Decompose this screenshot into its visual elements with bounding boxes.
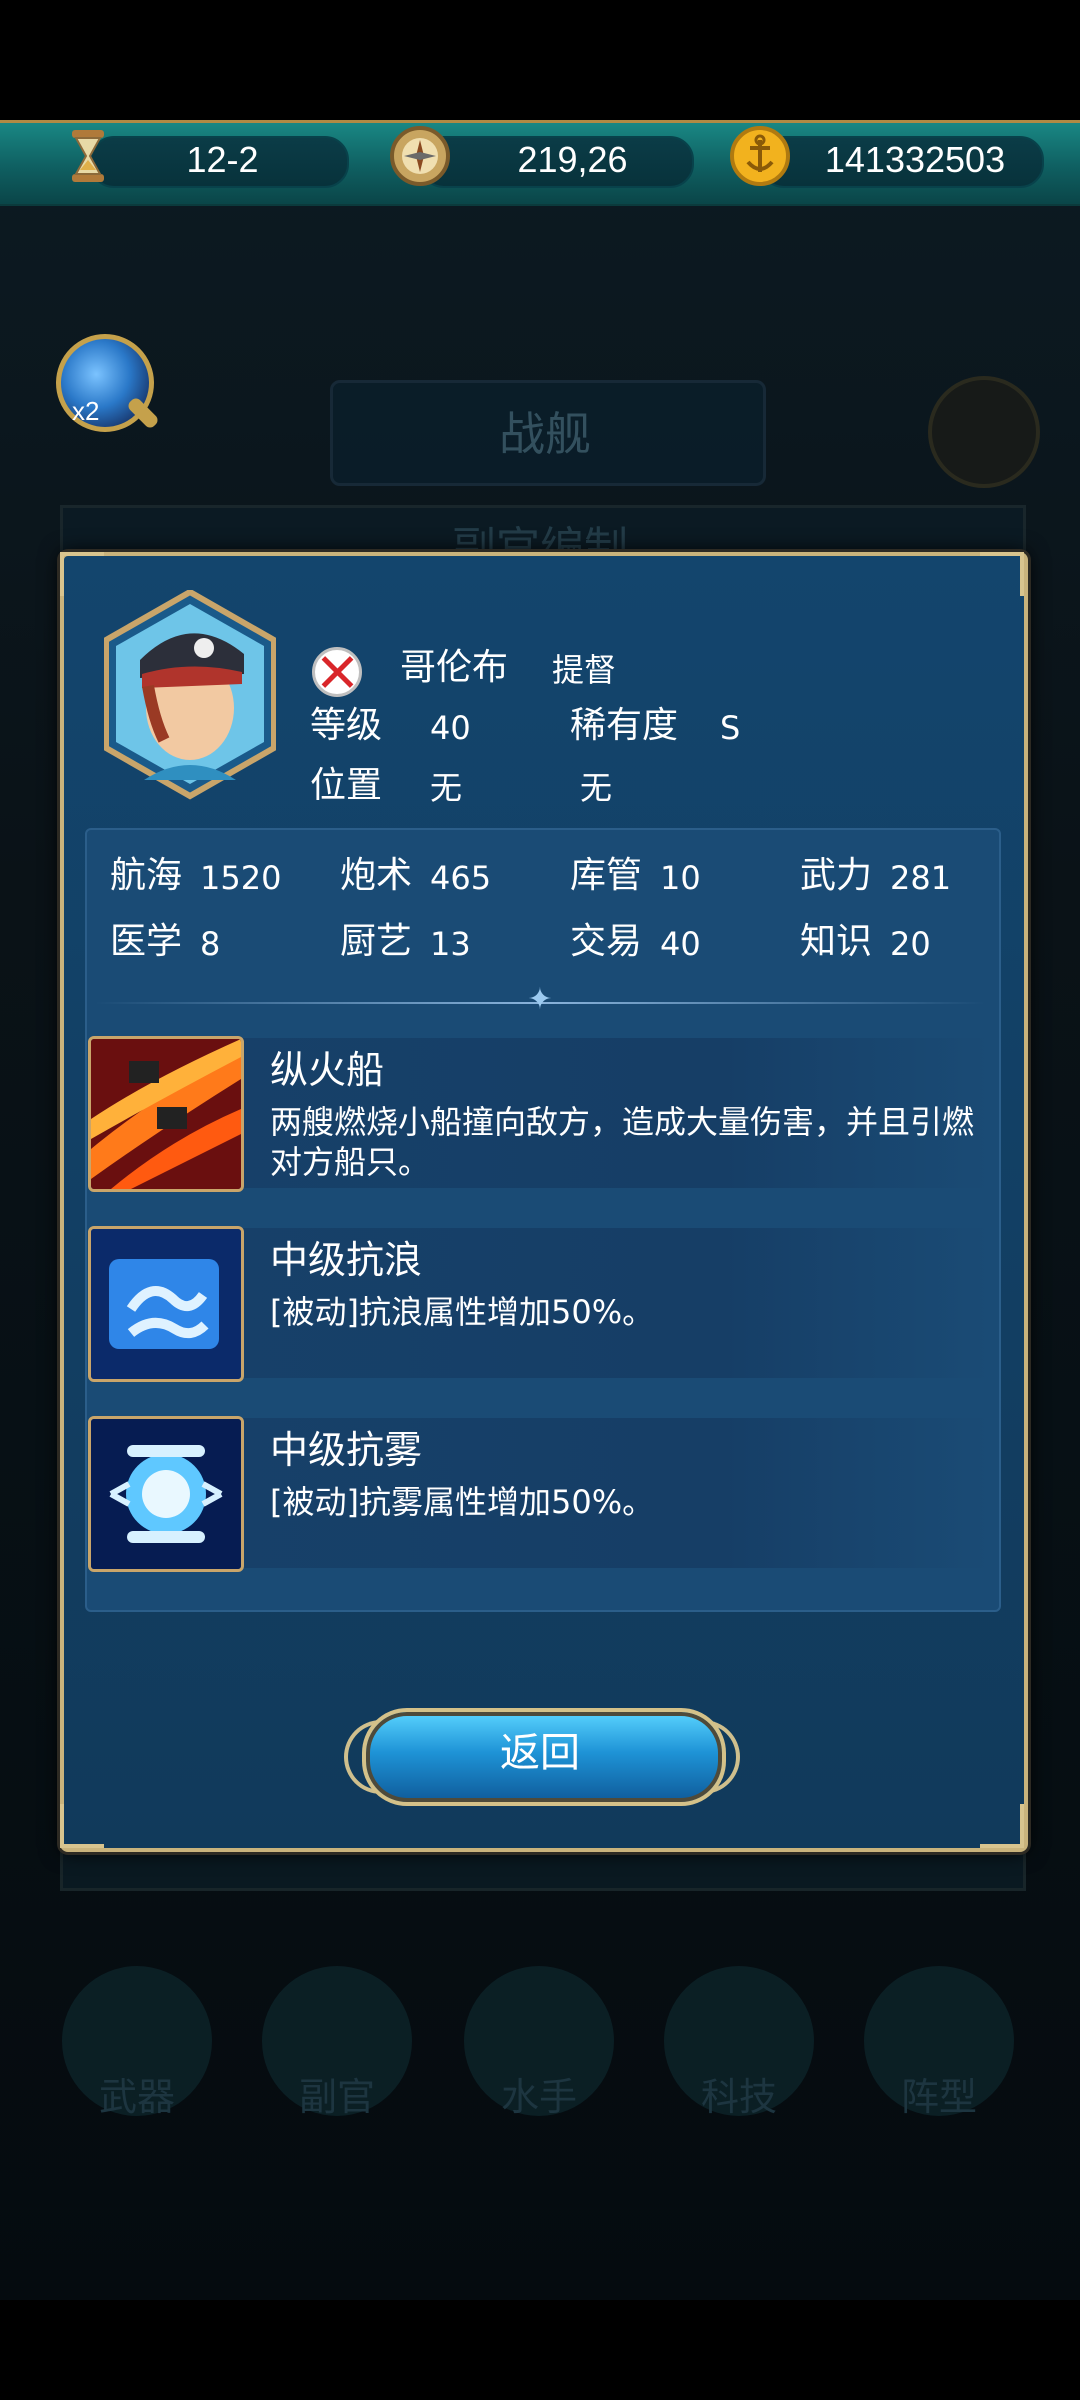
stat-label: 交易 [570,921,643,962]
officer-portrait [103,588,277,800]
level-label: 等级 [310,705,383,746]
stat-label: 厨艺 [340,921,413,962]
stat-value: 10 [660,859,701,897]
stat-label: 武力 [800,855,873,896]
level-value: 40 [430,709,471,747]
background-title: 战舰 [499,407,591,461]
position-value: 无 [430,769,463,807]
rarity-label: 稀有度 [570,705,679,746]
officer-name: 哥伦布 [400,647,509,688]
stat-value: 13 [430,925,471,963]
nav-sailors-label: 水手 [500,2075,577,2119]
skill-name: 纵火船 [270,1048,385,1092]
gold-value: 141332503 [824,139,1006,180]
skill-name: 中级抗雾 [270,1428,423,1472]
stat-label: 航海 [110,855,183,896]
skill-description: [被动]抗雾属性增加50%。 [270,1483,655,1521]
compass-value: 219,26 [517,139,628,180]
fog-resist-icon [88,1416,244,1572]
stat-value: 1520 [200,859,282,897]
return-button-label: 返回 [500,1730,580,1776]
nationality-flag-icon [312,647,362,697]
wave-resist-icon [88,1226,244,1382]
stat-label: 炮术 [340,855,413,896]
magnifier-multiplier: x2 [72,396,100,426]
skill-name: 中级抗浪 [270,1238,423,1282]
hourglass-icon [54,122,122,190]
divider-ornament-icon: ✦ [527,982,553,1017]
position-label: 位置 [310,765,383,806]
skill-description: [被动]抗浪属性增加50%。 [270,1293,655,1331]
anchor-coin-icon [726,122,794,190]
nav-tech-label: 科技 [700,2075,777,2119]
stat-value: 465 [430,859,492,897]
compass-icon [386,122,454,190]
fire-ship-icon [88,1036,244,1192]
stat-label: 库管 [570,855,643,896]
modal-corner [60,552,104,596]
modal-corner [60,1804,104,1848]
nav-formation-label: 阵型 [900,2075,977,2119]
stat-value: 40 [660,925,701,963]
nav-weapons-label: 武器 [98,2075,175,2119]
modal-corner [980,552,1024,596]
stat-value: 20 [890,925,931,963]
stat-value: 281 [890,859,952,897]
officer-rank: 提督 [552,651,617,689]
nav-officer-label: 副官 [298,2075,375,2119]
back-arrow-icon[interactable] [928,376,1040,488]
rarity-value: S [720,709,741,747]
stat-label: 知识 [800,921,873,962]
modal-corner [980,1804,1024,1848]
stat-label: 医学 [110,921,183,962]
stat-value: 8 [200,925,221,963]
stage-value: 12-2 [186,139,259,180]
position-value-2: 无 [580,769,613,807]
skill-description: 两艘燃烧小船撞向敌方，造成大量伤害，并且引燃对方船只。 [270,1103,975,1181]
